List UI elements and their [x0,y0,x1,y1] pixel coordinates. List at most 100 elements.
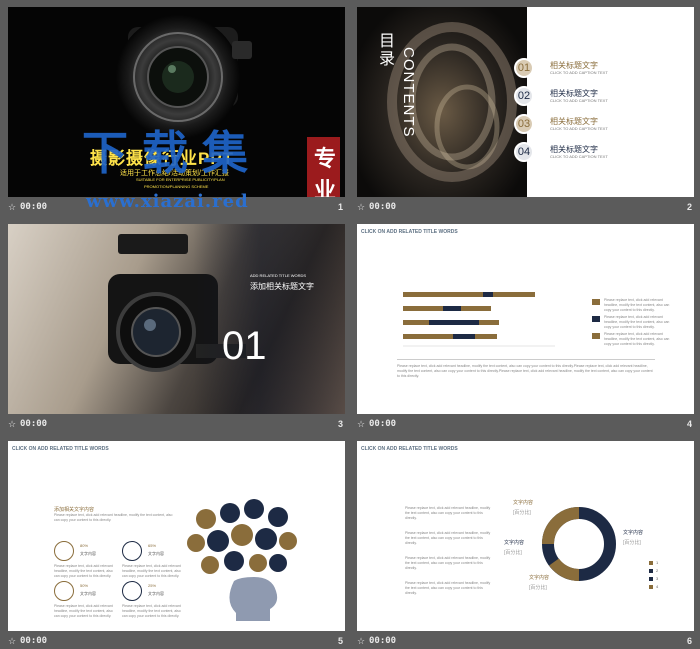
toc-item-4[interactable]: 04 相关标题文字 CLICK TO ADD CAPTION TEXT [514,142,694,164]
slide-6[interactable]: CLICK ON ADD RELATED TITLE WORDS Please … [357,441,694,631]
donut-chart [542,507,616,581]
stat-text: Please replace text, click add relevant … [54,564,113,578]
toc-caption: CLICK TO ADD CAPTION TEXT [550,154,608,159]
slide-number: 6 [686,636,692,646]
legend-swatch [592,333,600,339]
legend-text: Please replace text, click add relevant … [604,298,670,312]
slide-number: 5 [337,636,343,646]
divider [397,359,655,360]
slide-number: 2 [686,202,692,212]
bar [453,334,475,339]
bar [403,320,429,325]
slide-duration: 00:00 [369,636,397,646]
slide-duration: 00:00 [369,202,397,212]
head-with-icons-graphic [187,499,297,621]
legend-key: 3 [656,576,659,581]
legend-text: Please replace text, click add relevant … [604,315,670,329]
donut-label-title: 文字内容 [504,540,525,546]
donut-label-sub: [百分比] [513,510,531,516]
slide-subtitle-en2: PROMOTION/PLANNING SCHEME [144,184,209,189]
stat-text: Please replace text, click add relevant … [122,604,181,618]
section-label: 添加相关标题文字 [250,282,314,291]
toc-item-3[interactable]: 03 相关标题文字 CLICK TO ADD CAPTION TEXT [514,114,694,136]
overlay [8,224,345,414]
legend-key: 2 [656,568,659,573]
toc-number: 01 [514,58,534,78]
legend-swatch [649,569,653,573]
legend-swatch [649,561,653,565]
seal-char-2: 业 [313,178,336,197]
slide-5[interactable]: CLICK ON ADD RELATED TITLE WORDS 添加相关文字内… [8,441,345,631]
stat-label: 文字内容 [148,551,164,556]
bar [403,306,443,311]
donut-segment [549,558,580,581]
slide-meta-2: ☆ 00:00 2 [357,200,694,216]
toc-item-1[interactable]: 01 相关标题文字 CLICK TO ADD CAPTION TEXT [514,58,694,80]
toc-number: 03 [514,114,534,134]
slide-number: 1 [337,202,343,212]
slide-duration: 00:00 [20,636,48,646]
star-icon: ☆ [357,202,366,212]
bar [475,334,497,339]
slide-number: 4 [686,419,692,429]
slide-header: CLICK ON ADD RELATED TITLE WORDS [361,446,458,452]
bar [479,320,499,325]
section-caption: ADD RELATED TITLE WORDS [250,273,307,278]
watermark-url: www.xiazai.red [86,191,249,212]
legend-swatch [649,585,653,589]
legend-key: 1 [656,560,659,565]
slide-meta-4: ☆ 00:00 4 [357,417,694,433]
slide-3[interactable]: ADD RELATED TITLE WORDS 添加相关标题文字 01 [8,224,345,414]
donut-label-sub: [百分比] [504,550,522,556]
legend-text: Please replace text, click add relevant … [604,332,670,346]
bar [461,306,491,311]
stat-pct: 25% [148,583,157,588]
stat-icon-1 [54,541,74,561]
seal-char-1: 专 [313,146,336,171]
bar-row-2 [403,306,491,311]
donut-segment [542,507,580,545]
paragraph-2: Please replace text, click add relevant … [405,531,491,545]
slide-duration: 00:00 [369,419,397,429]
legend-key: 4 [656,584,659,589]
stat-icon-4 [122,581,142,601]
star-icon: ☆ [357,419,366,429]
toc-item-2[interactable]: 02 相关标题文字 CLICK TO ADD CAPTION TEXT [514,86,694,108]
donut-label-sub: [百分比] [529,585,547,591]
donut-label-sub: [百分比] [623,540,641,546]
star-icon: ☆ [8,419,17,429]
paragraph-4: Please replace text, click add relevant … [405,581,491,595]
stat-label: 文字内容 [148,591,164,596]
slide-4[interactable]: CLICK ON ADD RELATED TITLE WORDS Please … [357,224,694,414]
slide-meta-6: ☆ 00:00 6 [357,634,694,649]
donut-label-title: 文字内容 [513,500,534,506]
bar [403,292,483,297]
slide-duration: 00:00 [20,202,48,212]
slide-header: CLICK ON ADD RELATED TITLE WORDS [361,229,458,235]
stat-text: Please replace text, click add relevant … [122,564,181,578]
toc-heading-en: CONTENTS [400,47,417,138]
paragraph-3: Please replace text, click add relevant … [405,556,491,570]
slide-meta-5: ☆ 00:00 5 [8,634,345,649]
slide-number: 3 [337,419,343,429]
stat-icon-3 [54,581,74,601]
stat-pct: 80% [80,543,89,548]
legend-swatch [592,316,600,322]
legend-swatch [592,299,600,305]
bar [443,306,461,311]
toc-caption: CLICK TO ADD CAPTION TEXT [550,98,608,103]
intro-text: Please replace text, click add relevant … [54,513,173,522]
stat-label: 文字内容 [80,591,96,596]
section-number: 01 [222,324,267,368]
stat-icon-2 [122,541,142,561]
red-seal: 专 业 [307,137,340,197]
bar [483,292,493,297]
stat-label: 文字内容 [80,551,96,556]
slide-duration: 00:00 [20,419,48,429]
watermark-text: 下载集 [82,127,262,179]
star-icon: ☆ [8,202,17,212]
toc-number: 02 [514,86,534,106]
bar-chart [403,292,555,347]
slide-2[interactable]: 目录 CONTENTS 01 相关标题文字 CLICK TO ADD CAPTI… [357,7,694,197]
legend-swatch [649,577,653,581]
